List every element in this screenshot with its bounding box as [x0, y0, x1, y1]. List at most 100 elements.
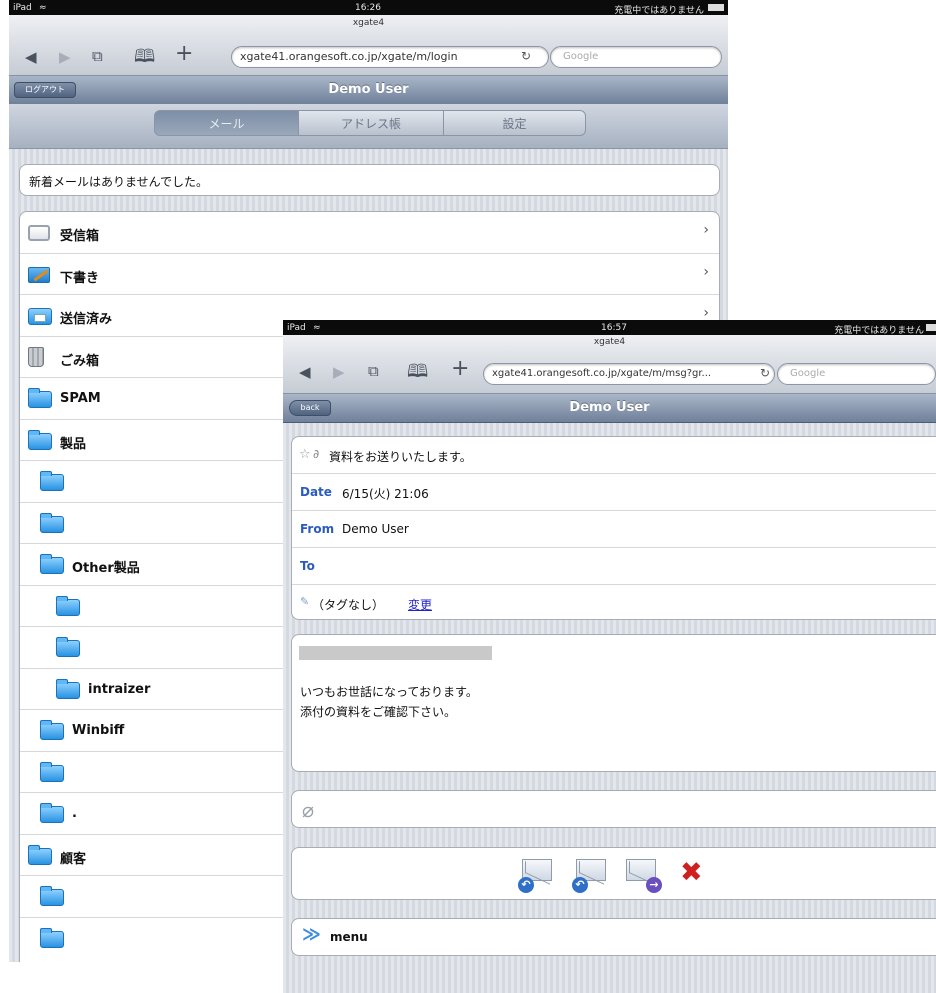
- reply-button[interactable]: ↶: [518, 859, 554, 893]
- folder-icon: [56, 678, 80, 699]
- attachment-card: ⌀: [291, 790, 936, 828]
- back-arrow-icon[interactable]: ◀: [25, 50, 37, 65]
- header-title: Demo User: [569, 400, 650, 415]
- bookmarks-icon[interactable]: 🕮: [407, 363, 428, 381]
- folder-icon: [40, 512, 64, 533]
- sent-icon: [28, 308, 52, 325]
- folder-label: .: [72, 806, 77, 821]
- menu-label: menu: [330, 930, 368, 944]
- tab-settings[interactable]: 設定: [443, 110, 586, 136]
- section-tabs: メール アドレス帳 設定: [9, 104, 728, 149]
- folder-icon: [28, 388, 52, 408]
- google-search-field[interactable]: Google: [550, 46, 722, 68]
- folder-icon: [40, 886, 64, 906]
- tab-address-book[interactable]: アドレス帳: [298, 110, 444, 136]
- tag-text: （タグなし）: [312, 598, 385, 612]
- back-arrow-icon[interactable]: ◀: [299, 365, 311, 380]
- chevron-right-icon: ›: [703, 305, 709, 321]
- body-line-2: 添付の資料をご確認下さい。: [300, 705, 457, 719]
- url-field[interactable]: xgate41.orangesoft.co.jp/xgate/m/msg?gr.…: [483, 363, 775, 385]
- folder-icon: [40, 761, 64, 782]
- action-bar: ↶ ↶ → ✖: [291, 847, 936, 900]
- drafts-icon: [28, 266, 50, 283]
- battery-icon: [708, 4, 724, 11]
- clock: 16:57: [601, 323, 627, 333]
- message-subject: 資料をお送りいたします。: [329, 450, 472, 464]
- tag-change-link[interactable]: 変更: [408, 596, 432, 613]
- browser-toolbar: xgate4 ◀ ▶ ⧉ 🕮 + xgate41.orangesoft.co.j…: [283, 335, 936, 394]
- folder-label: 下書き: [60, 270, 100, 286]
- wifi-icon: ≈: [39, 3, 47, 13]
- url-field[interactable]: xgate41.orangesoft.co.jp/xgate/m/login: [231, 46, 549, 68]
- battery-icon: [926, 324, 936, 331]
- folder-icon: [40, 720, 64, 740]
- message-body-card: いつもお世話になっております。 添付の資料をご確認下さい。: [291, 634, 936, 772]
- date-value: 6/15(火) 21:06: [342, 487, 429, 501]
- inbox-icon: [28, 225, 50, 241]
- device-label: iPad: [287, 323, 306, 333]
- chevron-right-icon: ›: [703, 263, 709, 280]
- folder-icon: [28, 429, 52, 450]
- folder-label: 送信済み: [60, 312, 113, 327]
- browser-toolbar: xgate4 ◀ ▶ ⧉ 🕮 + xgate41.orangesoft.co.j…: [9, 15, 728, 76]
- folder-row[interactable]: 下書き ›: [20, 254, 719, 295]
- folder-label: Other製品: [72, 561, 140, 576]
- paperclip-icon[interactable]: ⌀: [302, 798, 314, 822]
- front-screen: iPad ≈ 16:57 充電中ではありません xgate4 ◀ ▶ ⧉ 🕮 +…: [283, 320, 936, 993]
- folder-icon: [56, 637, 80, 657]
- folder-label: 受信箱: [60, 229, 100, 244]
- message-header-card: ☆ ∂ 資料をお送りいたします。 Date 6/15(火) 21:06 From…: [291, 436, 936, 620]
- pages-icon[interactable]: ⧉: [92, 49, 103, 64]
- date-label: Date: [300, 485, 332, 499]
- folder-label: intraizer: [88, 681, 151, 697]
- date-row: Date 6/15(火) 21:06: [292, 474, 936, 511]
- folder-row[interactable]: 受信箱 ›: [20, 212, 719, 254]
- delete-button[interactable]: ✖: [678, 857, 710, 889]
- browser-page-title: xgate4: [352, 18, 385, 28]
- redacted-line: [299, 646, 492, 660]
- attachment-icon: ∂: [313, 447, 320, 461]
- folder-icon: [40, 554, 64, 574]
- forward-button[interactable]: →: [626, 859, 666, 893]
- wifi-icon: ≈: [313, 323, 321, 333]
- reply-all-button[interactable]: ↶: [572, 859, 608, 893]
- reload-icon[interactable]: ↻: [521, 49, 531, 63]
- folder-label: 製品: [60, 436, 87, 452]
- new-mail-notice: 新着メールはありませんでした。: [19, 164, 720, 196]
- body-line-1: いつもお世話になっております。: [300, 685, 478, 699]
- header-title: Demo User: [328, 82, 409, 97]
- forward-arrow-icon[interactable]: ▶: [59, 50, 71, 65]
- double-chevron-down-icon: ≫: [302, 924, 321, 945]
- folder-icon: [40, 927, 64, 948]
- status-bar: iPad ≈ 16:26 充電中ではありません: [9, 0, 728, 16]
- app-header: back Demo User: [283, 394, 936, 423]
- device-label: iPad: [13, 3, 32, 13]
- menu-card[interactable]: ≫ menu: [291, 918, 936, 956]
- star-icon[interactable]: ☆: [299, 447, 311, 462]
- from-value: Demo User: [342, 522, 409, 536]
- forward-arrow-icon[interactable]: ▶: [333, 365, 345, 380]
- tag-row: ✎ （タグなし） 変更: [292, 585, 936, 619]
- browser-page-title: xgate4: [593, 337, 626, 347]
- subject-row: ☆ ∂ 資料をお送りいたします。: [292, 437, 936, 474]
- folder-icon: [40, 471, 64, 491]
- reload-icon[interactable]: ↻: [760, 366, 770, 380]
- add-icon[interactable]: +: [451, 358, 469, 380]
- folder-label: 顧客: [60, 851, 87, 867]
- to-label: To: [300, 559, 315, 573]
- pages-icon[interactable]: ⧉: [368, 364, 379, 379]
- from-label: From: [300, 522, 335, 536]
- status-bar: iPad ≈ 16:57 充電中ではありません: [283, 320, 936, 336]
- reply-all-badge-icon: ↶: [572, 877, 588, 893]
- folder-icon: [40, 803, 64, 823]
- tab-mail[interactable]: メール: [154, 110, 299, 136]
- chevron-right-icon: ›: [703, 222, 709, 238]
- folder-label: ごみ箱: [60, 353, 100, 369]
- folder-label: Winbiff: [72, 723, 125, 738]
- add-icon[interactable]: +: [175, 43, 193, 65]
- reply-badge-icon: ↶: [518, 877, 534, 893]
- bookmarks-icon[interactable]: 🕮: [134, 48, 155, 66]
- clock: 16:26: [355, 3, 381, 13]
- folder-icon: [56, 595, 80, 616]
- google-search-field[interactable]: Google: [777, 363, 936, 385]
